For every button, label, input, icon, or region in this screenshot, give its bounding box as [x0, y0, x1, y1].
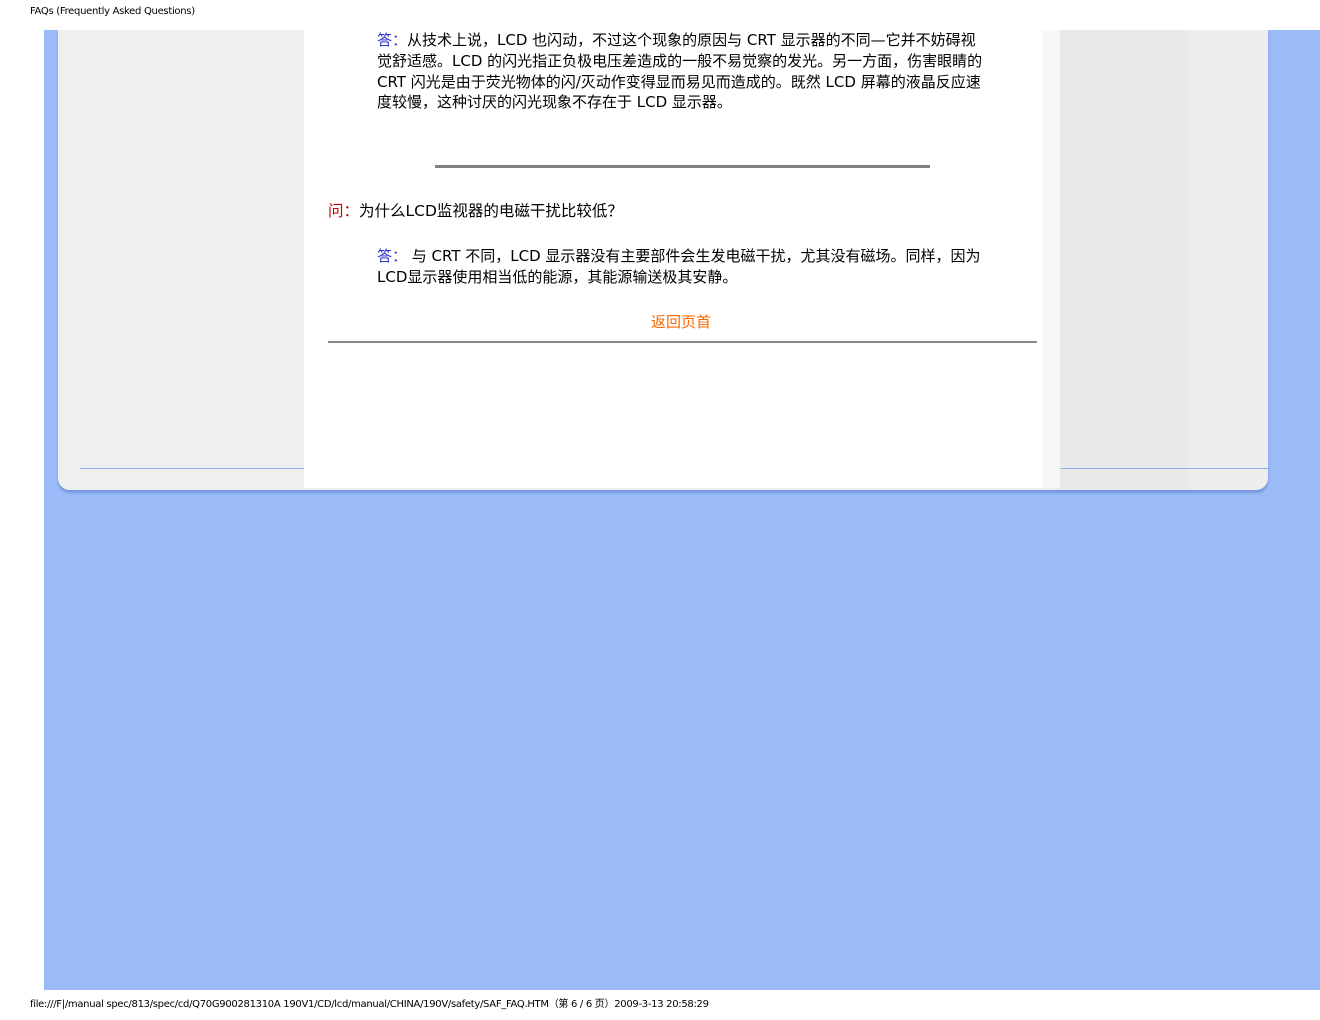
- section-divider: [328, 341, 1037, 343]
- answer-text: 从技术上说，LCD 也闪动，不过这个现象的原因与 CRT 显示器的不同—它并不妨…: [377, 31, 983, 112]
- page: FAQs (Frequently Asked Questions) 答：从技术上…: [0, 0, 1320, 1020]
- left-sidebar: [58, 30, 304, 490]
- question-label: 问：: [328, 202, 360, 220]
- answer-label: 答：: [377, 31, 408, 49]
- answer-text: 与 CRT 不同，LCD 显示器没有主要部件会生发电磁干扰，尤其没有磁场。同样，…: [377, 247, 981, 286]
- page-header-title: FAQs (Frequently Asked Questions): [30, 6, 195, 17]
- faq-question-emi: 问：为什么LCD监视器的电磁干扰比较低？: [328, 200, 623, 222]
- faq-answer-emi: 答： 与 CRT 不同，LCD 显示器没有主要部件会生发电磁干扰，尤其没有磁场。…: [377, 246, 989, 288]
- faq-answer-flicker: 答：从技术上说，LCD 也闪动，不过这个现象的原因与 CRT 显示器的不同—它并…: [377, 30, 989, 113]
- right-frame-edge: [1188, 30, 1268, 470]
- back-to-top-link[interactable]: 返回页首: [651, 311, 711, 332]
- right-sidebar: [1060, 30, 1188, 490]
- question-text: 为什么LCD监视器的电磁干扰比较低？: [359, 202, 623, 220]
- faq-separator: [435, 165, 930, 168]
- answer-label: 答：: [377, 247, 408, 265]
- main-content-edge: [1042, 30, 1060, 488]
- page-footer-path: file:///F|/manual spec/813/spec/cd/Q70G9…: [30, 999, 709, 1010]
